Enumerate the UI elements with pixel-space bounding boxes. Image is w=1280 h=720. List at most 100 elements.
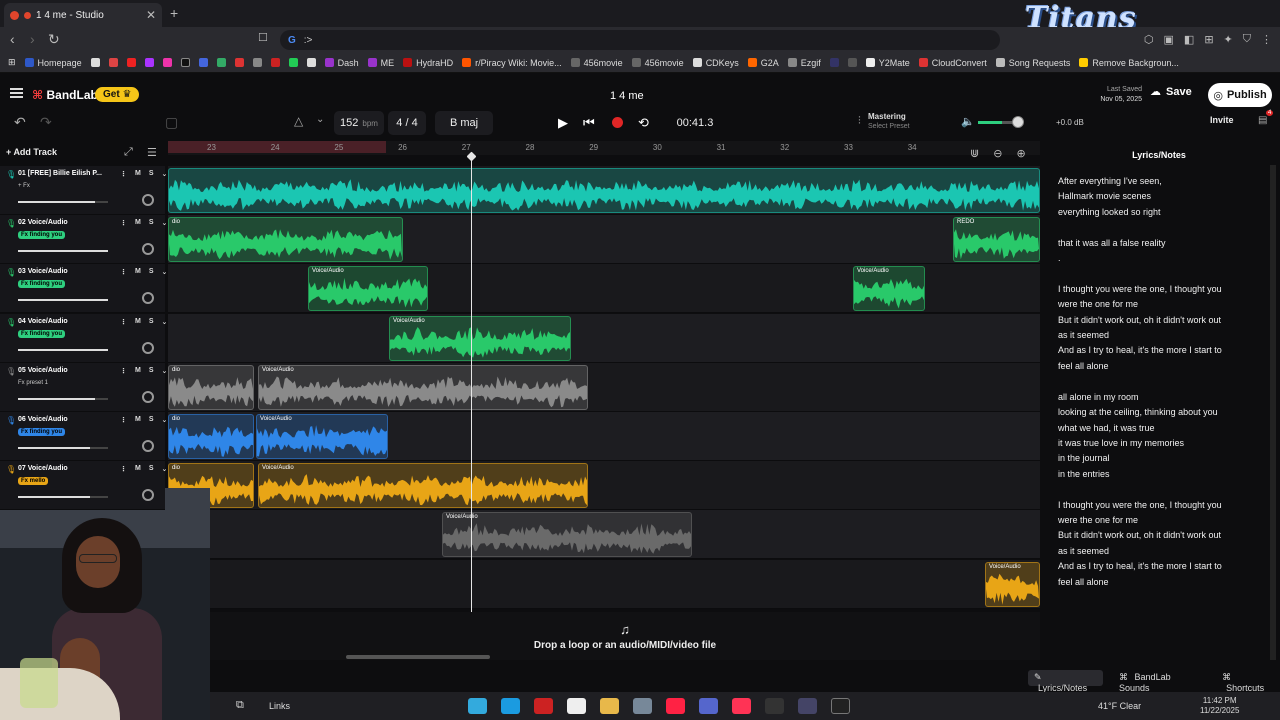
- publish-button[interactable]: ◎ Publish: [1208, 83, 1272, 107]
- track-header[interactable]: 🎙 05 Voice/Audio ⋮ M S ⌄ Fx preset 1: [0, 362, 168, 412]
- invite-button[interactable]: Invite: [1210, 115, 1234, 125]
- track-header[interactable]: 🎙 07 Voice/Audio ⋮ M S ⌄ Fx mello: [0, 461, 167, 511]
- track-header[interactable]: 🎙 02 Voice/Audio ⋮ M S ⌄ Fx finding you: [0, 215, 168, 265]
- bookmark-item[interactable]: 456movie: [570, 58, 623, 68]
- bookmark-item[interactable]: G2A: [747, 58, 779, 68]
- bookmark-item[interactable]: [252, 58, 262, 67]
- chevron-down-icon[interactable]: ⌄: [162, 268, 168, 276]
- bookmark-item[interactable]: [144, 58, 154, 67]
- audio-clip[interactable]: Voice/Audio: [853, 266, 925, 312]
- chevron-down-icon[interactable]: ⌄: [162, 170, 168, 178]
- new-tab-icon[interactable]: +: [170, 5, 178, 21]
- bookmark-item[interactable]: [126, 58, 136, 67]
- redo-icon[interactable]: ↷: [40, 114, 52, 131]
- track-menu-icon[interactable]: ⋮: [120, 416, 127, 424]
- solo-button[interactable]: S: [149, 268, 154, 276]
- tab-bandlab-sounds[interactable]: ⌘ BandLab Sounds: [1115, 670, 1206, 693]
- bookmark-item[interactable]: [198, 58, 208, 67]
- bookmark-item[interactable]: [108, 58, 118, 67]
- track-lane[interactable]: Voice/Audio: [168, 313, 1040, 363]
- horizontal-scrollbar[interactable]: [346, 655, 490, 659]
- hamburger-menu-icon[interactable]: [10, 88, 23, 98]
- time-signature[interactable]: 4 / 4: [388, 111, 426, 135]
- sidebar-icon[interactable]: ◧: [1184, 33, 1194, 46]
- weather-widget[interactable]: 41°F Clear: [1098, 701, 1141, 711]
- bookmark-item[interactable]: [270, 58, 280, 67]
- solo-button[interactable]: S: [149, 416, 154, 424]
- solo-button[interactable]: S: [149, 170, 154, 178]
- bookmark-item[interactable]: CDKeys: [692, 58, 739, 68]
- app-icon[interactable]: [798, 698, 817, 714]
- pan-knob[interactable]: [142, 194, 154, 206]
- audio-clip[interactable]: Voice/Audio: [985, 561, 1040, 607]
- audio-clip[interactable]: Voice/Audio: [258, 364, 588, 410]
- track-volume-slider[interactable]: [18, 496, 108, 499]
- audio-clip[interactable]: Voice/Audio: [258, 463, 588, 509]
- brave-icon[interactable]: [666, 698, 685, 714]
- bookmark-item[interactable]: Remove Backgroun...: [1079, 58, 1179, 68]
- bookmark-item[interactable]: [180, 58, 190, 67]
- bandlab-logo[interactable]: ⌘ BandLab: [32, 88, 98, 102]
- track-lane[interactable]: Voice/Audio: [168, 559, 1040, 609]
- pan-knob[interactable]: [142, 390, 154, 403]
- bookmark-item[interactable]: Song Requests: [995, 58, 1070, 68]
- bookmark-item[interactable]: 456movie: [631, 58, 684, 68]
- chevron-down-icon[interactable]: ⌄: [162, 219, 168, 227]
- pan-knob[interactable]: [142, 292, 154, 305]
- mastering-icon[interactable]: ⫶: [858, 115, 861, 128]
- obs-icon[interactable]: [765, 698, 784, 714]
- mute-button[interactable]: M: [135, 416, 141, 424]
- tab-lyrics-notes[interactable]: ✎ Lyrics/Notes: [1028, 670, 1104, 693]
- file-explorer-icon[interactable]: [600, 698, 619, 714]
- pan-knob[interactable]: [142, 341, 154, 354]
- play-button[interactable]: ▶: [558, 115, 568, 131]
- audio-clip[interactable]: dio: [168, 364, 254, 410]
- extension-icon[interactable]: ⊞: [1204, 33, 1213, 46]
- track-lane[interactable]: Voice/Audio: [168, 510, 1040, 560]
- discord-icon[interactable]: [699, 698, 718, 714]
- key-selector[interactable]: B maj: [435, 111, 493, 135]
- task-view-icon[interactable]: ⧉: [236, 699, 244, 712]
- system-clock[interactable]: 11:42 PM 11/22/2025: [1200, 696, 1239, 716]
- speaker-icon[interactable]: 🔈: [961, 115, 975, 128]
- track-menu-icon[interactable]: ⋮: [120, 268, 127, 276]
- track-fx-preset[interactable]: Fx finding you: [18, 428, 65, 436]
- audio-clip[interactable]: Voice/Audio: [389, 315, 571, 361]
- audio-clip[interactable]: [168, 168, 1040, 213]
- taskbar-links[interactable]: Links: [269, 701, 290, 711]
- track-fx-preset[interactable]: Fx preset 1: [18, 380, 48, 386]
- zoom-in-icon[interactable]: ⊕: [1016, 147, 1025, 160]
- vertical-scrollbar[interactable]: [1270, 165, 1276, 660]
- audio-clip[interactable]: Voice/Audio: [256, 414, 388, 459]
- track-lane[interactable]: Voice/Audio Voice/Audio: [168, 264, 1040, 314]
- save-button[interactable]: ☁ Save: [1150, 85, 1192, 99]
- track-volume-slider[interactable]: [18, 250, 108, 253]
- automation-icon[interactable]: ⤢: [124, 146, 133, 159]
- bpm-display[interactable]: 152 bpm: [334, 111, 384, 135]
- track-lane[interactable]: dio Voice/Audio: [168, 362, 1040, 412]
- apps-icon[interactable]: ⊞: [8, 57, 16, 68]
- track-lane[interactable]: [168, 166, 1040, 215]
- davinci-icon[interactable]: [567, 698, 586, 714]
- bookmark-item[interactable]: ME: [367, 58, 394, 68]
- track-fx-preset[interactable]: Fx finding you: [18, 329, 65, 338]
- back-icon[interactable]: ‹: [10, 31, 15, 47]
- tab-studio[interactable]: 1 4 me - Studio ✕: [4, 3, 162, 27]
- audio-clip[interactable]: dio: [168, 217, 403, 263]
- track-fx-preset[interactable]: Fx mello: [18, 477, 49, 486]
- track-menu-icon[interactable]: ⋮: [120, 367, 127, 375]
- bookmark-item[interactable]: HydraHD: [403, 58, 453, 68]
- mute-button[interactable]: M: [135, 367, 141, 375]
- track-volume-slider[interactable]: [18, 397, 108, 400]
- pan-knob[interactable]: [142, 489, 154, 502]
- forward-icon[interactable]: ›: [30, 31, 35, 47]
- menu-icon[interactable]: ⋮: [1261, 33, 1272, 46]
- settings-sliders-icon[interactable]: ☰: [147, 146, 157, 159]
- playhead[interactable]: [471, 157, 472, 660]
- chevron-down-icon[interactable]: ⌄: [162, 367, 168, 375]
- reload-icon[interactable]: ↻: [48, 31, 60, 48]
- bookmark-item[interactable]: Homepage: [24, 58, 82, 68]
- master-volume-knob[interactable]: [1012, 116, 1024, 128]
- chevron-down-icon[interactable]: ⌄: [316, 114, 324, 125]
- get-membership-button[interactable]: Get ♛: [95, 87, 140, 102]
